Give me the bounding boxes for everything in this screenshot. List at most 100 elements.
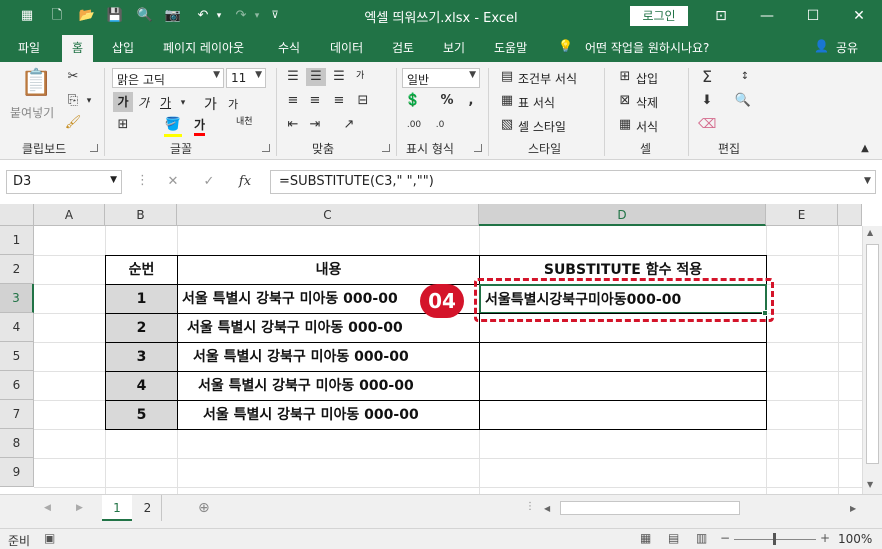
- delete-cells-button[interactable]: 삭제: [636, 94, 658, 111]
- column-header-c[interactable]: C: [177, 204, 479, 226]
- table-row-result[interactable]: [479, 400, 767, 430]
- cut-icon[interactable]: ✂: [64, 68, 82, 86]
- row-header[interactable]: 1: [0, 226, 34, 255]
- alignment-launcher-icon[interactable]: [382, 144, 390, 152]
- wrap-text-button[interactable]: 가: [356, 68, 364, 81]
- formula-input[interactable]: =SUBSTITUTE(C3," ",""): [270, 170, 876, 194]
- tab-file[interactable]: 파일: [18, 39, 40, 56]
- table-row-result[interactable]: [479, 371, 767, 401]
- vertical-scroll-thumb[interactable]: [866, 244, 879, 464]
- tab-insert[interactable]: 삽입: [112, 39, 134, 56]
- decrease-decimal-icon[interactable]: .0: [430, 116, 450, 134]
- tell-me-search[interactable]: 어떤 작업을 원하시나요?: [585, 39, 709, 56]
- format-cells-icon[interactable]: ▦: [616, 116, 634, 134]
- copy-icon[interactable]: ⎘: [64, 92, 82, 110]
- cancel-icon[interactable]: ✕: [164, 173, 182, 191]
- delete-cells-icon[interactable]: ⊠: [616, 92, 634, 110]
- worksheet-grid[interactable]: A B C D E 1 2 3 4 5 6 7 8 9 순번 내용 SUBSTI…: [0, 204, 882, 494]
- paste-icon[interactable]: 📋: [20, 68, 52, 98]
- align-top-icon[interactable]: ☰: [284, 68, 302, 86]
- scroll-left-icon[interactable]: ◀: [544, 504, 550, 513]
- scroll-down-icon[interactable]: ▼: [867, 480, 873, 489]
- add-sheet-icon[interactable]: ⊕: [198, 500, 210, 516]
- column-header-a[interactable]: A: [34, 204, 105, 226]
- page-layout-view-icon[interactable]: ▤: [668, 531, 679, 545]
- insert-cells-button[interactable]: 삽입: [636, 70, 658, 87]
- format-painter-icon[interactable]: 🖌: [64, 114, 82, 132]
- row-header[interactable]: 8: [0, 429, 34, 458]
- sort-filter-icon[interactable]: ↕: [734, 68, 756, 86]
- conditional-format-icon[interactable]: ▤: [498, 68, 516, 86]
- enter-icon[interactable]: ✓: [200, 173, 218, 191]
- align-bottom-icon[interactable]: ☰: [330, 68, 348, 86]
- increase-indent-icon[interactable]: ⇥: [306, 116, 324, 134]
- conditional-format-button[interactable]: 조건부 서식: [518, 70, 577, 87]
- split-handle-icon[interactable]: ⋮: [525, 501, 535, 512]
- number-format-select[interactable]: 일반 ▼: [402, 68, 480, 88]
- format-cells-button[interactable]: 서식: [636, 118, 658, 135]
- table-row-num[interactable]: 1: [105, 284, 178, 314]
- row-header[interactable]: 4: [0, 313, 34, 342]
- table-row-num[interactable]: 4: [105, 371, 178, 401]
- macro-record-icon[interactable]: ▣: [44, 531, 55, 545]
- shrink-font-button[interactable]: 가: [228, 96, 238, 112]
- share-button[interactable]: 공유: [836, 39, 858, 56]
- header-content-cell[interactable]: 내용: [177, 255, 480, 285]
- phonetic-button[interactable]: 내천: [236, 114, 253, 127]
- currency-icon[interactable]: 💲: [404, 92, 422, 110]
- zoom-in-icon[interactable]: +: [820, 531, 830, 545]
- row-header[interactable]: 2: [0, 255, 34, 284]
- horizontal-scroll-thumb[interactable]: [560, 501, 740, 515]
- increase-decimal-icon[interactable]: .00: [404, 116, 424, 134]
- maximize-icon[interactable]: ☐: [802, 5, 824, 27]
- zoom-level[interactable]: 100%: [838, 532, 872, 546]
- next-sheet-icon[interactable]: ▶: [76, 503, 83, 513]
- column-header-e[interactable]: E: [766, 204, 838, 226]
- row-header[interactable]: 3: [0, 284, 34, 313]
- row-header[interactable]: 9: [0, 458, 34, 487]
- name-box[interactable]: D3 ▼: [6, 170, 122, 194]
- underline-button[interactable]: 가: [160, 94, 171, 111]
- bold-button[interactable]: 가: [113, 92, 133, 112]
- page-break-view-icon[interactable]: ▥: [696, 531, 707, 545]
- clear-icon[interactable]: ⌫: [698, 116, 716, 134]
- header-num-cell[interactable]: 순번: [105, 255, 178, 285]
- font-color-button[interactable]: 가: [194, 116, 206, 136]
- minimize-icon[interactable]: —: [756, 5, 778, 27]
- tab-formulas[interactable]: 수식: [278, 39, 300, 56]
- font-name-select[interactable]: 맑은 고딕 ▼: [112, 68, 224, 88]
- close-icon[interactable]: ✕: [848, 5, 870, 27]
- decrease-indent-icon[interactable]: ⇤: [284, 116, 302, 134]
- font-size-select[interactable]: 11 ▼: [226, 68, 266, 88]
- font-launcher-icon[interactable]: [262, 144, 270, 152]
- table-row-result[interactable]: [479, 342, 767, 372]
- cell-styles-icon[interactable]: ▧: [498, 116, 516, 134]
- tab-page-layout[interactable]: 페이지 레이아웃: [163, 39, 244, 56]
- zoom-out-icon[interactable]: −: [720, 531, 730, 545]
- clipboard-launcher-icon[interactable]: [90, 144, 98, 152]
- table-row-content[interactable]: 서울 특별시 강북구 미아동 000-00: [177, 400, 480, 430]
- number-launcher-icon[interactable]: [474, 144, 482, 152]
- copy-dropdown-icon[interactable]: ▾: [84, 92, 94, 110]
- column-header-d[interactable]: D: [479, 204, 766, 226]
- column-header-f[interactable]: [838, 204, 862, 226]
- scroll-right-icon[interactable]: ▶: [850, 504, 856, 513]
- fill-icon[interactable]: ⬇: [698, 92, 716, 110]
- row-header[interactable]: 6: [0, 371, 34, 400]
- table-row-content[interactable]: 서울 특별시 강북구 미아동 000-00: [177, 342, 480, 372]
- tab-review[interactable]: 검토: [392, 39, 414, 56]
- sheet-tab-1[interactable]: 1: [102, 495, 132, 521]
- autosum-icon[interactable]: Σ: [698, 68, 716, 86]
- tab-data[interactable]: 데이터: [330, 39, 363, 56]
- align-middle-icon[interactable]: ☰: [306, 68, 326, 86]
- ribbon-display-icon[interactable]: ⊡: [710, 5, 732, 27]
- expand-formula-icon[interactable]: ▼: [864, 176, 871, 186]
- column-header-b[interactable]: B: [105, 204, 177, 226]
- scroll-up-icon[interactable]: ▲: [867, 228, 873, 237]
- cell-styles-button[interactable]: 셀 스타일: [518, 118, 566, 135]
- grow-font-button[interactable]: 가: [204, 94, 217, 114]
- align-right-icon[interactable]: ≡: [330, 92, 348, 110]
- table-row-num[interactable]: 3: [105, 342, 178, 372]
- insert-function-button[interactable]: fx: [234, 173, 256, 191]
- align-left-icon[interactable]: ≡: [284, 92, 302, 110]
